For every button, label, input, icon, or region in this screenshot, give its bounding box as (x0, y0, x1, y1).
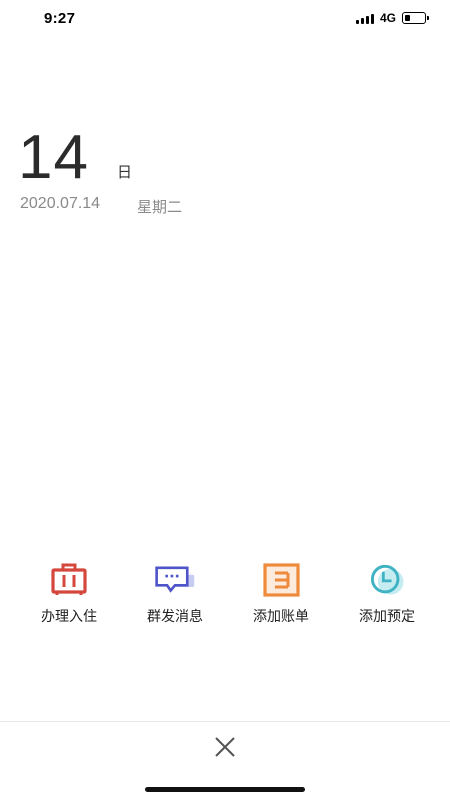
status-indicators: 4G (355, 11, 429, 25)
add-bill-button[interactable]: 添加账单 (228, 560, 334, 626)
chat-bubble-icon (154, 560, 196, 600)
battery-level (404, 14, 410, 21)
check-in-label: 办理入住 (41, 609, 97, 625)
day-unit: 日 (117, 163, 133, 181)
broadcast-message-button[interactable]: 群发消息 (122, 560, 228, 626)
add-reservation-button[interactable]: 添加预定 (334, 560, 440, 626)
clock-icon (366, 560, 408, 600)
add-bill-label: 添加账单 (253, 609, 309, 625)
bill-icon (260, 560, 302, 600)
weekday: 星期二 (137, 198, 183, 216)
divider (0, 721, 450, 722)
battery-icon (402, 12, 429, 24)
status-bar: 9:27 4G (0, 0, 450, 40)
home-indicator[interactable] (145, 787, 305, 792)
signal-icon (355, 13, 374, 24)
close-icon (215, 737, 235, 757)
quick-actions: 办理入住 群发消息 添加账单 添加预定 (0, 560, 450, 626)
broadcast-message-label: 群发消息 (147, 609, 203, 625)
check-in-button[interactable]: 办理入住 (16, 560, 122, 626)
full-date: 2020.07.14 (20, 195, 101, 212)
status-time: 9:27 (44, 10, 76, 27)
day-number: 14 (18, 123, 89, 192)
luggage-icon (48, 560, 90, 600)
close-button[interactable] (210, 733, 240, 761)
add-reservation-label: 添加预定 (359, 609, 415, 625)
network-type: 4G (379, 11, 396, 25)
